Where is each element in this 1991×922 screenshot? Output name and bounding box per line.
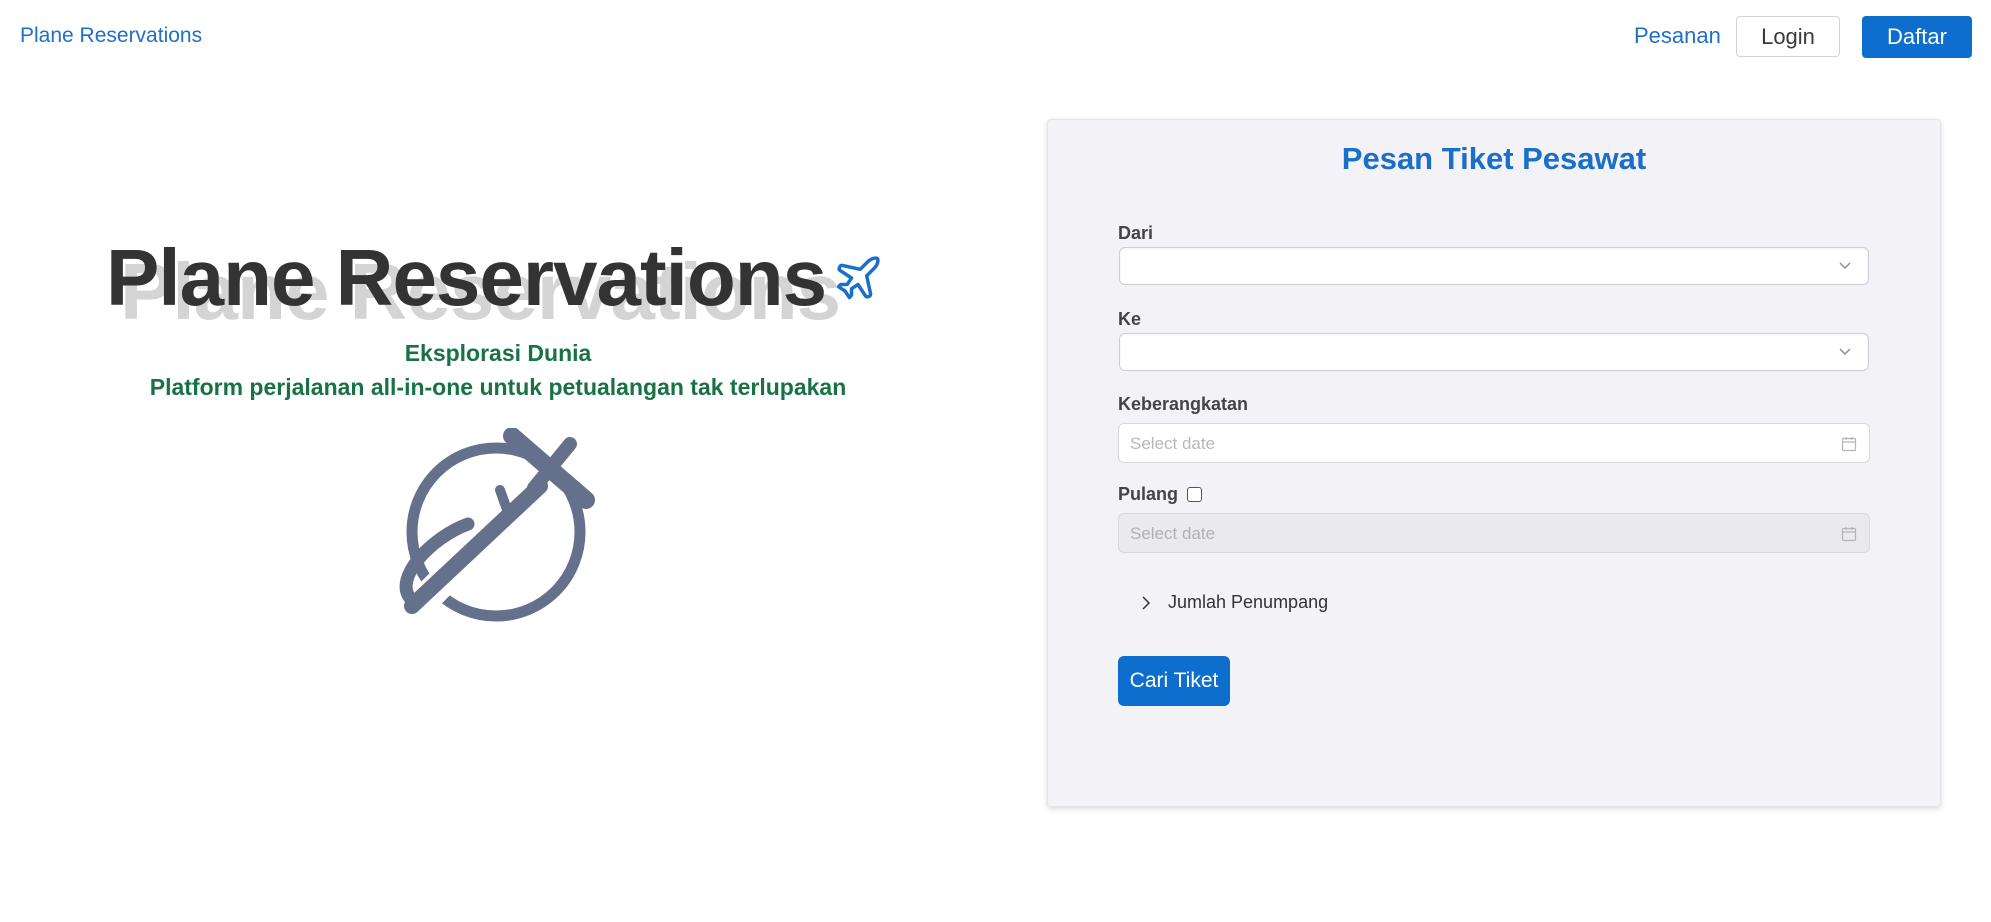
navbar: Plane Reservations Pesanan Login Daftar bbox=[0, 0, 1991, 72]
chevron-down-icon bbox=[1839, 348, 1851, 355]
calendar-icon bbox=[1841, 527, 1857, 542]
form-title: Pesan Tiket Pesawat bbox=[1341, 141, 1647, 176]
return-label: Pulang bbox=[1118, 484, 1179, 504]
departure-date-placeholder: Select date bbox=[1130, 434, 1216, 453]
hero-title-text: Plane Reservations bbox=[106, 233, 827, 322]
calendar-icon bbox=[1841, 437, 1857, 452]
to-select[interactable] bbox=[1119, 333, 1869, 371]
airplane-icon bbox=[836, 256, 880, 300]
tagline-headline: Eksplorasi Dunia bbox=[404, 340, 592, 366]
register-button[interactable]: Daftar bbox=[1862, 16, 1972, 58]
tagline-subtext: Platform perjalanan all-in-one untuk pet… bbox=[149, 374, 847, 400]
search-tickets-button[interactable]: Cari Tiket bbox=[1118, 656, 1230, 706]
from-select[interactable] bbox=[1119, 247, 1869, 285]
from-label: Dari bbox=[1118, 223, 1154, 243]
passengers-label: Jumlah Penumpang bbox=[1168, 592, 1329, 612]
login-button[interactable]: Login bbox=[1736, 16, 1840, 57]
departure-date-input[interactable]: Select date bbox=[1118, 423, 1870, 463]
to-label: Ke bbox=[1118, 309, 1142, 329]
orders-link[interactable]: Pesanan bbox=[1634, 23, 1721, 49]
globe-airplane-icon bbox=[399, 428, 595, 622]
return-date-input[interactable]: Select date bbox=[1118, 513, 1870, 553]
departure-label: Keberangkatan bbox=[1118, 394, 1249, 414]
return-date-placeholder: Select date bbox=[1130, 524, 1216, 543]
chevron-down-icon bbox=[1839, 262, 1851, 269]
chevron-right-icon bbox=[1142, 596, 1151, 610]
brand-link[interactable]: Plane Reservations bbox=[20, 24, 202, 48]
return-checkbox[interactable] bbox=[1187, 487, 1202, 502]
